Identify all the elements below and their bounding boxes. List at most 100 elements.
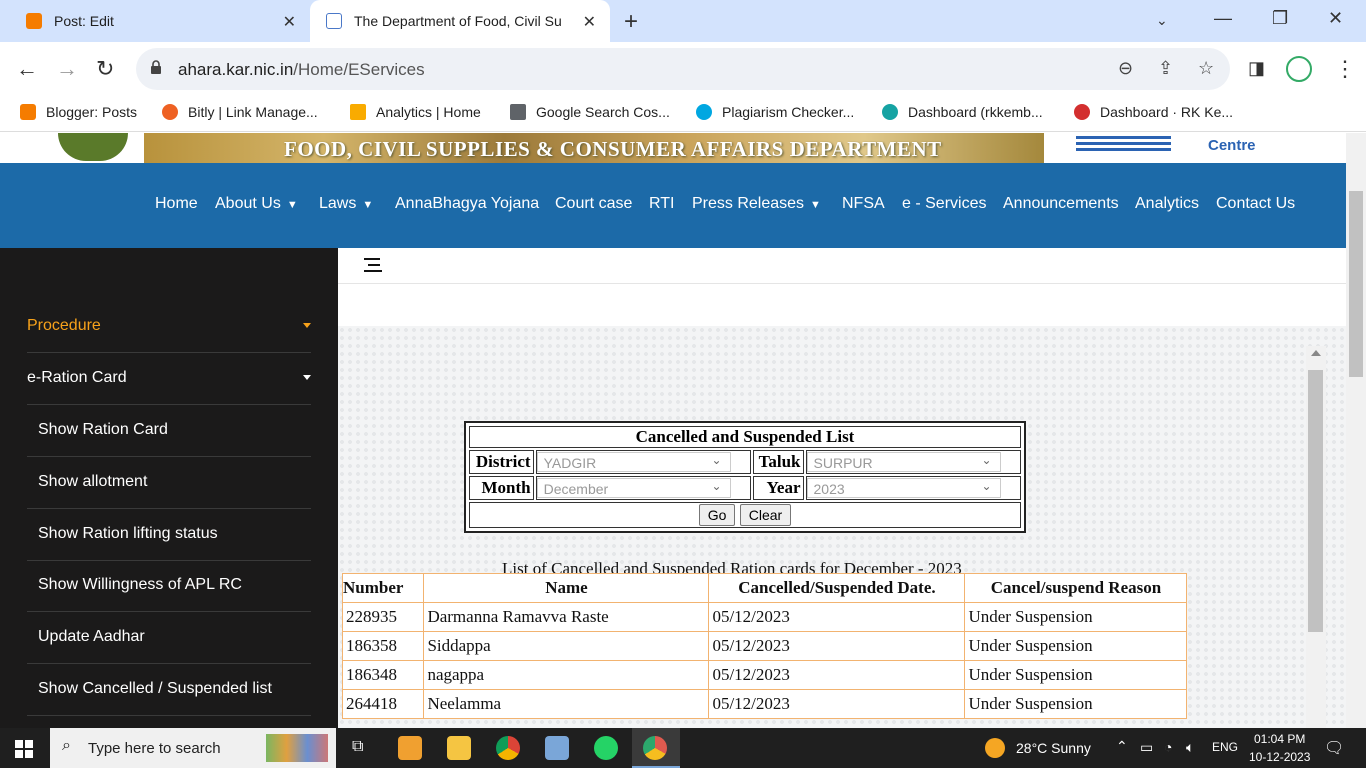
- close-tab-icon[interactable]: ✕: [283, 12, 296, 32]
- back-icon[interactable]: ←: [16, 56, 38, 82]
- new-tab-icon[interactable]: +: [624, 8, 638, 36]
- task-view-icon[interactable]: ⧉: [352, 738, 363, 756]
- caret-down-icon: [303, 323, 311, 328]
- state-emblem-logo: [58, 133, 128, 161]
- tray-chevron-icon[interactable]: ⌃: [1116, 738, 1128, 755]
- district-select[interactable]: YADGIR ⌄: [536, 452, 731, 472]
- nav-announcements[interactable]: Announcements: [1003, 195, 1119, 213]
- sidebar-item-e-ration-card[interactable]: e-Ration Card: [27, 353, 311, 405]
- plagiarism-icon: [696, 104, 712, 120]
- scrollbar-thumb: [1349, 191, 1363, 377]
- sidebar-item-show-allotment[interactable]: Show allotment: [27, 457, 311, 509]
- close-window-icon[interactable]: ✕: [1328, 8, 1343, 29]
- clear-button[interactable]: Clear: [739, 504, 792, 526]
- search-highlight-image: [266, 734, 328, 762]
- avatar[interactable]: [1286, 56, 1312, 82]
- wifi-icon[interactable]: ◔: [1164, 739, 1172, 755]
- analytics-icon: [350, 104, 366, 120]
- file-explorer-icon[interactable]: [447, 736, 471, 760]
- go-button[interactable]: Go: [698, 504, 736, 526]
- nav-analytics[interactable]: Analytics: [1135, 195, 1199, 213]
- frame-scrollbar[interactable]: [1306, 346, 1326, 728]
- search-console-icon: [510, 104, 526, 120]
- nav-nfsa[interactable]: NFSA: [842, 195, 885, 213]
- nav-about-us[interactable]: About Us ▼: [215, 195, 298, 213]
- windows-start-icon[interactable]: [15, 740, 33, 758]
- bookmark-plagiarism[interactable]: Plagiarism Checker...: [696, 104, 854, 120]
- side-panel-icon[interactable]: ◨: [1248, 58, 1265, 79]
- search-icon: ⌕: [62, 737, 71, 754]
- form-title: Cancelled and Suspended List: [469, 426, 1021, 448]
- clock-date[interactable]: 10-12-2023: [1249, 750, 1310, 764]
- nav-annabhagya[interactable]: AnnaBhagya Yojana: [395, 195, 539, 213]
- site-banner: FOOD, CIVIL SUPPLIES & CONSUMER AFFAIRS …: [0, 133, 1346, 163]
- address-bar[interactable]: ahara.kar.nic.in/Home/EServices ⊖ ⇪ ☆: [136, 48, 1230, 90]
- volume-icon[interactable]: 🔈︎: [1186, 739, 1194, 756]
- chevron-down-icon: ▼: [362, 199, 374, 211]
- browser-toolbar: ← → ↻ ahara.kar.nic.in/Home/EServices ⊖ …: [0, 42, 1366, 96]
- nic-logo: Centre: [1076, 133, 1256, 155]
- blogger-icon: [20, 104, 36, 120]
- sidebar-item-show-ration-card[interactable]: Show Ration Card: [27, 405, 311, 457]
- bookmark-blogger[interactable]: Blogger: Posts: [20, 104, 137, 120]
- weather-text[interactable]: 28°C Sunny: [1016, 740, 1091, 756]
- sidebar: Procedure e-Ration Card Show Ration Card…: [0, 248, 338, 728]
- month-label: Month: [469, 476, 534, 500]
- share-icon[interactable]: ⇪: [1158, 58, 1173, 79]
- tab-title: Post: Edit: [54, 13, 114, 29]
- maximize-icon[interactable]: ❐: [1272, 8, 1288, 29]
- month-select[interactable]: December ⌄: [536, 478, 731, 498]
- sidebar-item-procedure[interactable]: Procedure: [27, 301, 311, 353]
- bookmark-star-icon[interactable]: ☆: [1198, 58, 1214, 79]
- sidebar-item-update-aadhar[interactable]: Update Aadhar: [27, 612, 311, 664]
- taluk-label: Taluk: [753, 450, 804, 474]
- year-label: Year: [753, 476, 804, 500]
- tab-post-edit[interactable]: Post: Edit ✕: [14, 0, 310, 42]
- year-select[interactable]: 2023 ⌄: [806, 478, 1001, 498]
- taluk-select[interactable]: SURPUR ⌄: [806, 452, 1001, 472]
- whatsapp-icon[interactable]: [594, 736, 618, 760]
- zoom-icon[interactable]: ⊖: [1118, 58, 1133, 79]
- nav-rti[interactable]: RTI: [649, 195, 674, 213]
- nav-home[interactable]: Home: [155, 195, 198, 213]
- content-area: Cancelled and Suspended List District YA…: [338, 326, 1346, 728]
- sidebar-item-willingness-apl[interactable]: Show Willingness of APL RC: [27, 560, 311, 612]
- sidebar-item-ration-lifting-status[interactable]: Show Ration lifting status: [27, 509, 311, 561]
- bookmarks-bar: Blogger: Posts Bitly | Link Manage... An…: [0, 96, 1366, 132]
- nav-contact-us[interactable]: Contact Us: [1216, 195, 1295, 213]
- close-tab-icon[interactable]: ✕: [583, 12, 596, 32]
- table-row: 228935 Darmanna Ramavva Raste 05/12/2023 Un…: [341, 602, 1188, 632]
- bookmark-bitly[interactable]: Bitly | Link Manage...: [162, 104, 318, 120]
- battery-icon[interactable]: ▭: [1140, 739, 1153, 756]
- language-indicator[interactable]: ENG: [1212, 740, 1238, 754]
- table-row: 264418 Neelamma 05/12/2023 Under Suspension: [341, 689, 1188, 719]
- nav-e-services[interactable]: e - Services: [902, 195, 986, 213]
- menu-dots-icon[interactable]: ⋮: [1334, 56, 1356, 82]
- sidebar-toggle-icon[interactable]: [364, 258, 382, 274]
- col-date: Cancelled/Suspended Date.: [708, 573, 966, 603]
- remote-desktop-icon[interactable]: [545, 736, 569, 760]
- tab-search-chevron-icon[interactable]: ⌄: [1156, 12, 1168, 29]
- tab-food-department[interactable]: The Department of Food, Civil Su ✕: [310, 0, 610, 42]
- cancelled-list-table: Number Name Cancelled/Suspended Date. Ca…: [341, 573, 1188, 719]
- sidebar-item-cancelled-suspended[interactable]: Show Cancelled / Suspended list: [27, 664, 311, 716]
- scrollbar-thumb: [1308, 370, 1323, 632]
- nav-court-case[interactable]: Court case: [555, 195, 632, 213]
- forward-icon[interactable]: →: [56, 56, 78, 82]
- chevron-down-icon: ⌄: [981, 453, 992, 467]
- bookmark-search-console[interactable]: Google Search Cos...: [510, 104, 670, 120]
- clock-time[interactable]: 01:04 PM: [1254, 732, 1305, 746]
- notification-icon[interactable]: 🗨︎: [1324, 738, 1344, 758]
- minimize-icon[interactable]: —: [1214, 8, 1232, 29]
- taskbar-search-box[interactable]: ⌕ Type here to search: [50, 728, 336, 768]
- outlook-icon[interactable]: [398, 736, 422, 760]
- chrome-icon[interactable]: [496, 736, 520, 760]
- bookmark-dashboard-rk[interactable]: Dashboard · RK Ke...: [1074, 104, 1233, 120]
- page-scrollbar[interactable]: [1346, 133, 1366, 728]
- taskbar: ⌕ Type here to search ⧉ 28°C Sunny ⌃ ▭ ◔…: [0, 728, 1366, 768]
- nav-laws[interactable]: Laws ▼: [319, 195, 373, 213]
- bookmark-dashboard-rkkemb[interactable]: Dashboard (rkkemb...: [882, 104, 1043, 120]
- nav-press-releases[interactable]: Press Releases ▼: [692, 195, 821, 213]
- bookmark-analytics[interactable]: Analytics | Home: [350, 104, 481, 120]
- reload-icon[interactable]: ↻: [96, 56, 114, 82]
